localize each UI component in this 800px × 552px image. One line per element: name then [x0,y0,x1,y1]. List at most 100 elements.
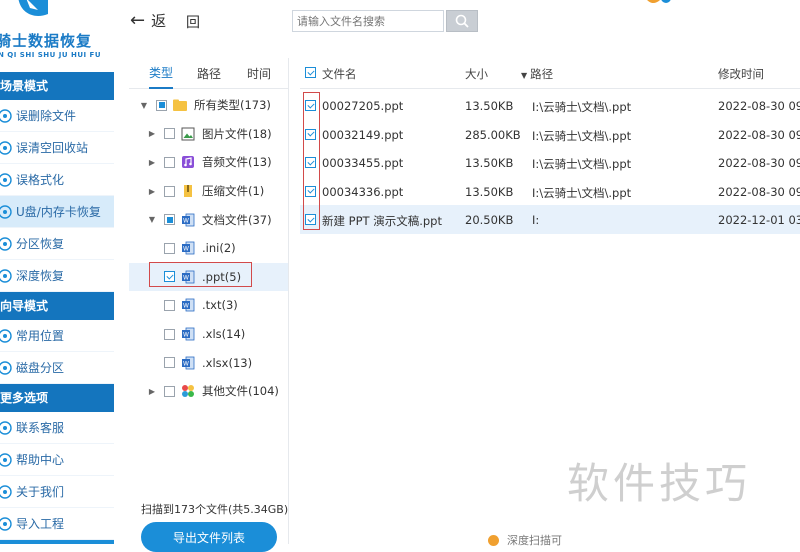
tree-row-label: 图片文件(18) [202,126,272,141]
svg-text:W: W [183,217,189,224]
tab-path[interactable]: 路径 [197,59,221,88]
collapsed-caret-icon[interactable]: ▶ [148,387,156,396]
cell-path: I:\云骑士\文档\.ppt [532,157,632,172]
row-checkbox[interactable] [305,157,316,169]
tree-row[interactable]: W .ppt(5) [129,262,288,292]
sort-down-icon: ▼ [521,71,528,80]
tree-checkbox[interactable] [164,156,175,168]
tree-checkbox[interactable] [164,328,175,340]
sidebar-item[interactable]: 常用位置 [0,320,114,352]
table-row[interactable]: 00032149.ppt 285.00KB I:\云骑士\文档\.ppt 2022-0… [300,120,800,149]
search-button[interactable] [446,10,478,32]
table-row[interactable]: 新建 PPT 演示文稿.ppt 20.50KB I: 2022-12-01 03:0 [300,205,800,234]
tree-row[interactable]: ▶ 其他文件(104) [129,377,288,406]
sidebar-item-label: 误删除文件 [16,109,77,123]
tree-checkbox[interactable] [164,357,175,369]
sidebar: 骑士数据恢复 N QI SHI SHU JU HUI FU 场景模式 误删除文件误… [0,0,114,544]
cell-name: 00032149.ppt [322,127,404,142]
tree-checkbox[interactable] [164,299,175,311]
tree-row[interactable]: W .xlsx(13) [129,348,288,377]
sidebar-item[interactable]: 误删除文件 [0,100,114,132]
tree-row[interactable]: ▼ 所有类型(173) [129,91,288,120]
tree-checkbox[interactable] [164,128,175,140]
header-path[interactable]: ▼ 路径 [521,66,553,82]
tree-row[interactable]: ▼ W 文档文件(37) [129,205,288,234]
audio-file-icon [182,156,194,169]
sidebar-section-header: 更多选项 [0,384,114,412]
expanded-caret-icon[interactable]: ▼ [148,215,156,224]
cell-modified: 2022-08-30 09:4 [718,184,800,199]
top-bar: ← 返 回 [114,0,800,44]
cell-name: 00033455.ppt [322,156,404,171]
import-icon [0,516,12,531]
header-name[interactable]: 文件名 [322,66,357,82]
tree-row[interactable]: W .xls(14) [129,320,288,349]
table-row[interactable]: 00034336.ppt 13.50KB I:\云骑士\文档\.ppt 2022-08… [300,177,800,206]
tree-row-label: 其他文件(104) [202,384,279,399]
doc-file-icon: W [182,356,195,370]
back-button[interactable]: ← 返 [130,10,166,31]
cell-modified: 2022-12-01 03:0 [718,213,800,228]
row-checkbox[interactable] [305,214,316,226]
recycle-bin-icon [0,140,12,155]
sidebar-item[interactable]: U盘/内存卡恢复 [0,196,114,228]
sidebar-item[interactable]: 帮助中心 [0,444,114,476]
zip-file-icon [184,185,192,198]
table-row[interactable]: 00027205.ppt 13.50KB I:\云骑士\文档\.ppt 2022-08… [300,91,800,120]
tree-row[interactable]: ▶ 音频文件(13) [129,148,288,177]
tree-row[interactable]: W .ini(2) [129,234,288,263]
tree-row[interactable]: W .txt(3) [129,291,288,320]
expanded-caret-icon[interactable]: ▼ [140,101,148,110]
sidebar-item[interactable]: 分区恢复 [0,228,114,260]
search-input[interactable] [292,10,444,32]
tree-row[interactable]: ▶ 图片文件(18) [129,120,288,149]
header-size[interactable]: 大小 [465,66,488,82]
cell-size: 20.50KB [465,213,514,228]
tree-checkbox[interactable] [164,271,175,283]
table-row[interactable]: 00033455.ppt 13.50KB I:\云骑士\文档\.ppt 2022-08… [300,148,800,177]
sidebar-item[interactable]: 误清空回收站 [0,132,114,164]
tree-checkbox[interactable] [156,99,167,111]
tree-row-label: 压缩文件(1) [202,184,265,199]
svg-text:W: W [183,331,189,338]
tab-type[interactable]: 类型 [149,58,174,89]
back-arrow-icon: ← [130,10,146,31]
tree-checkbox[interactable] [164,185,175,197]
sidebar-item[interactable]: 导入工程 [0,508,114,540]
sidebar-item[interactable]: 误格式化 [0,164,114,196]
doc-file-icon: W [182,299,195,312]
tab-time[interactable]: 时间 [247,59,271,88]
header-modified[interactable]: 修改时间 [718,66,764,82]
app-subtitle: N QI SHI SHU JU HUI FU [0,51,102,59]
other-file-icon [182,385,194,398]
sidebar-item[interactable]: 磁盘分区 [0,352,114,384]
sidebar-item[interactable]: 深度恢复 [0,260,114,292]
tree-checkbox[interactable] [164,242,175,254]
tree-checkbox[interactable] [164,385,175,397]
row-checkbox[interactable] [305,100,316,111]
cell-path: I:\云骑士\文档\.ppt [532,128,632,143]
sidebar-item[interactable]: 联系客服 [0,412,114,444]
delete-file-icon [0,108,12,123]
sidebar-item-label: 联系客服 [16,421,65,435]
return-label[interactable]: 回 [186,12,200,32]
collapsed-caret-icon[interactable]: ▶ [148,158,156,167]
row-checkbox[interactable] [305,185,316,197]
collapsed-caret-icon[interactable]: ▶ [148,187,156,196]
header-path-label: 路径 [530,67,554,81]
doc-file-icon: W [182,241,195,255]
sidebar-item-label: 帮助中心 [16,453,65,467]
sidebar-item[interactable]: 关于我们 [0,476,114,508]
collapsed-caret-icon[interactable]: ▶ [148,129,156,138]
back-label: 返 [151,12,167,30]
doc-file-icon: W [182,270,195,284]
row-checkbox[interactable] [305,128,316,140]
cell-size: 285.00KB [465,127,521,142]
tree-checkbox[interactable] [164,214,175,226]
export-file-list-button[interactable]: 导出文件列表 [141,522,277,552]
image-file-icon [181,127,195,141]
svg-text:W: W [183,360,189,367]
select-all-checkbox[interactable] [305,67,316,78]
cell-path: I:\云骑士\文档\.ppt [532,185,632,200]
tree-row[interactable]: ▶ 压缩文件(1) [129,177,288,206]
